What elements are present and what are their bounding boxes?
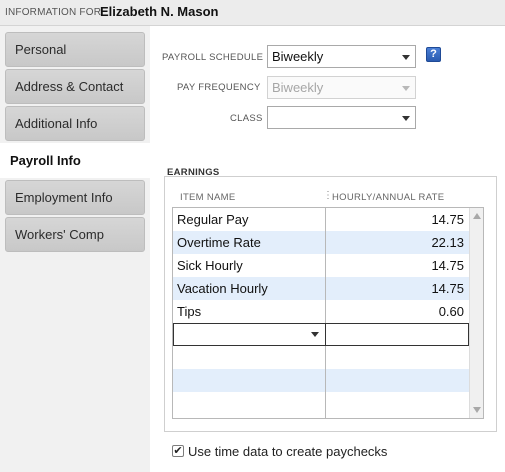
rate-cell[interactable]: 22.13 (431, 235, 464, 250)
tab-additional-info[interactable]: Additional Info (5, 106, 145, 141)
header-bar: INFORMATION FOR Elizabeth N. Mason (0, 0, 505, 26)
chevron-down-icon (402, 86, 410, 91)
payroll-schedule-label: PAYROLL SCHEDULE (162, 52, 264, 63)
rate-cell[interactable]: 14.75 (431, 258, 464, 273)
class-dropdown[interactable] (267, 106, 416, 129)
tab-label: Personal (15, 42, 67, 57)
tab-label: Workers' Comp (15, 227, 104, 242)
tab-label: Additional Info (15, 116, 98, 131)
class-label: CLASS (230, 113, 263, 124)
column-header-item-name[interactable]: ITEM NAME (180, 192, 235, 203)
earnings-section-label: EARNINGS (167, 167, 220, 178)
tab-workers-comp[interactable]: Workers' Comp (5, 217, 145, 252)
rate-cell[interactable]: 14.75 (431, 281, 464, 296)
cell-divider (325, 324, 326, 345)
rate-cell[interactable]: 0.60 (439, 304, 464, 319)
empty-row[interactable] (173, 392, 470, 415)
table-row[interactable]: Sick Hourly 14.75 (173, 254, 470, 277)
empty-row[interactable] (173, 346, 470, 369)
pay-frequency-label: PAY FREQUENCY (177, 82, 261, 93)
payroll-schedule-dropdown[interactable]: Biweekly (267, 45, 416, 68)
table-row[interactable]: Vacation Hourly 14.75 (173, 277, 470, 300)
item-name-cell[interactable]: Tips (177, 304, 201, 319)
column-header-rate[interactable]: HOURLY/ANNUAL RATE (332, 192, 444, 203)
item-name-cell[interactable]: Overtime Rate (177, 235, 261, 250)
tab-personal[interactable]: Personal (5, 32, 145, 67)
item-name-cell[interactable]: Sick Hourly (177, 258, 243, 273)
vertical-scrollbar[interactable] (469, 208, 483, 418)
scroll-down-icon[interactable] (473, 407, 481, 413)
tab-label: Address & Contact (15, 79, 124, 94)
tab-employment-info[interactable]: Employment Info (5, 180, 145, 215)
use-time-data-checkbox[interactable]: ✔ (172, 445, 184, 457)
pay-frequency-dropdown[interactable]: Biweekly (267, 76, 416, 99)
employee-name: Elizabeth N. Mason (100, 4, 219, 19)
chevron-down-icon (402, 116, 410, 121)
new-item-edit-row[interactable] (173, 323, 469, 346)
payroll-schedule-value: Biweekly (272, 49, 324, 64)
item-name-cell[interactable]: Regular Pay (177, 212, 249, 227)
tab-payroll-info[interactable]: Payroll Info (0, 143, 150, 178)
rate-cell[interactable]: 14.75 (431, 212, 464, 227)
table-row[interactable]: Regular Pay 14.75 (173, 208, 470, 231)
pay-frequency-value: Biweekly (272, 80, 324, 95)
tab-address-contact[interactable]: Address & Contact (5, 69, 145, 104)
table-row[interactable]: Tips 0.60 (173, 300, 470, 323)
empty-row[interactable] (173, 369, 470, 392)
info-for-label: INFORMATION FOR (5, 7, 102, 18)
earnings-table: Regular Pay 14.75 Overtime Rate 22.13 Si… (172, 207, 484, 419)
chevron-down-icon[interactable] (311, 332, 319, 337)
payroll-info-panel: PAYROLL SCHEDULE Biweekly ? PAY FREQUENC… (150, 26, 505, 472)
help-button[interactable]: ? (426, 47, 441, 62)
scroll-up-icon[interactable] (473, 213, 481, 219)
table-row[interactable]: Overtime Rate 22.13 (173, 231, 470, 254)
tab-label: Payroll Info (10, 153, 81, 168)
chevron-down-icon (402, 55, 410, 60)
sidebar: Personal Address & Contact Additional In… (0, 26, 150, 472)
column-divider (325, 208, 326, 418)
item-name-cell[interactable]: Vacation Hourly (177, 281, 268, 296)
use-time-data-label[interactable]: Use time data to create paychecks (188, 444, 387, 459)
tab-label: Employment Info (15, 190, 113, 205)
